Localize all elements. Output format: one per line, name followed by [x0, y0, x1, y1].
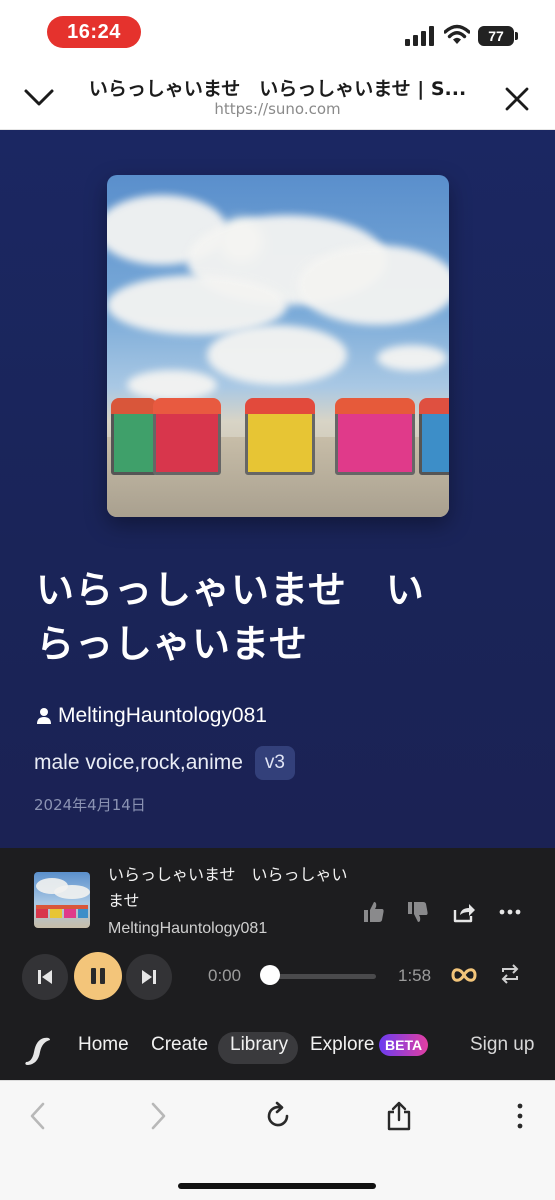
- cover-cloud: [297, 245, 449, 325]
- progress-handle[interactable]: [260, 965, 280, 985]
- wifi-icon: [444, 24, 470, 44]
- player-title[interactable]: いらっしゃいませ いらっしゃいませ: [108, 862, 348, 914]
- battery-level: 77: [488, 28, 504, 44]
- thumbnail-art: [36, 878, 90, 918]
- nav-create[interactable]: Create: [151, 1034, 208, 1056]
- suno-logo-icon[interactable]: [22, 1032, 52, 1068]
- status-bar: 16:24 77: [0, 0, 555, 64]
- more-icon[interactable]: [498, 900, 522, 924]
- song-title: いらっしゃいませ いらっしゃいませ: [36, 568, 425, 666]
- repeat-icon[interactable]: [500, 963, 520, 985]
- reload-icon[interactable]: [263, 1101, 293, 1131]
- signal-icon: [405, 26, 434, 46]
- skip-back-icon: [38, 970, 52, 984]
- song-date: 2024年4月14日: [34, 796, 146, 814]
- sign-up-link[interactable]: Sign up: [470, 1034, 534, 1056]
- pause-button[interactable]: [74, 952, 122, 1000]
- artist-row[interactable]: MeltingHauntology081: [36, 704, 267, 728]
- song-tags: male voice,rock,anime: [34, 751, 243, 774]
- total-time: 1:58: [398, 966, 432, 985]
- cover-cart: [335, 398, 415, 475]
- page-url: https://suno.com: [214, 100, 341, 118]
- tags-row: male voice,rock,anime v3: [34, 746, 295, 780]
- chevron-down-icon[interactable]: [22, 82, 56, 112]
- battery-icon: 77: [478, 26, 514, 46]
- version-badge: v3: [254, 746, 295, 780]
- page-title: いらっしゃいませ いらっしゃいませ | S...: [88, 78, 467, 100]
- more-vertical-icon[interactable]: [505, 1101, 535, 1131]
- cover-cloud: [127, 370, 217, 400]
- song-section: いらっしゃいませ いらっしゃいませ MeltingHauntology081 m…: [0, 130, 555, 848]
- cover-cart: [419, 398, 449, 475]
- player-bar: いらっしゃいませ いらっしゃいませ MeltingHauntology081 0…: [0, 848, 555, 1020]
- nav-library[interactable]: Library: [230, 1034, 288, 1056]
- battery-cap: [515, 32, 518, 40]
- browser-toolbar: [0, 1080, 555, 1200]
- thumbs-down-icon[interactable]: [406, 900, 430, 924]
- skip-back-button[interactable]: [22, 954, 68, 1000]
- player-artist[interactable]: MeltingHauntology081: [108, 920, 267, 938]
- close-icon[interactable]: [502, 84, 532, 114]
- pause-icon: [91, 968, 105, 984]
- cover-cloud: [377, 345, 447, 371]
- cover-cart: [153, 398, 221, 475]
- skip-forward-icon: [142, 970, 156, 984]
- player-thumbnail[interactable]: [34, 872, 90, 928]
- home-indicator: [178, 1183, 376, 1189]
- status-time: 16:24: [47, 16, 141, 48]
- cover-art[interactable]: [107, 175, 449, 517]
- toolbar-share-icon[interactable]: [384, 1101, 414, 1131]
- artist-name[interactable]: MeltingHauntology081: [58, 704, 267, 728]
- share-icon[interactable]: [452, 900, 476, 924]
- thumbs-up-icon[interactable]: [362, 900, 386, 924]
- cover-cart: [245, 398, 315, 475]
- forward-icon[interactable]: [142, 1101, 172, 1131]
- nav-home[interactable]: Home: [78, 1034, 129, 1056]
- back-icon[interactable]: [24, 1101, 54, 1131]
- cover-cloud: [207, 325, 347, 385]
- cover-cart: [111, 398, 157, 475]
- beta-badge: BETA: [379, 1034, 429, 1056]
- person-icon: [37, 708, 51, 724]
- skip-forward-button[interactable]: [126, 954, 172, 1000]
- current-time: 0:00: [208, 966, 242, 985]
- nav-explore[interactable]: Explore: [310, 1034, 374, 1056]
- browser-header: いらっしゃいませ いらっしゃいませ | S... https://suno.co…: [0, 64, 555, 130]
- infinity-icon[interactable]: [451, 965, 477, 985]
- site-nav: Home Create Library Explore BETA Sign up: [0, 1020, 555, 1080]
